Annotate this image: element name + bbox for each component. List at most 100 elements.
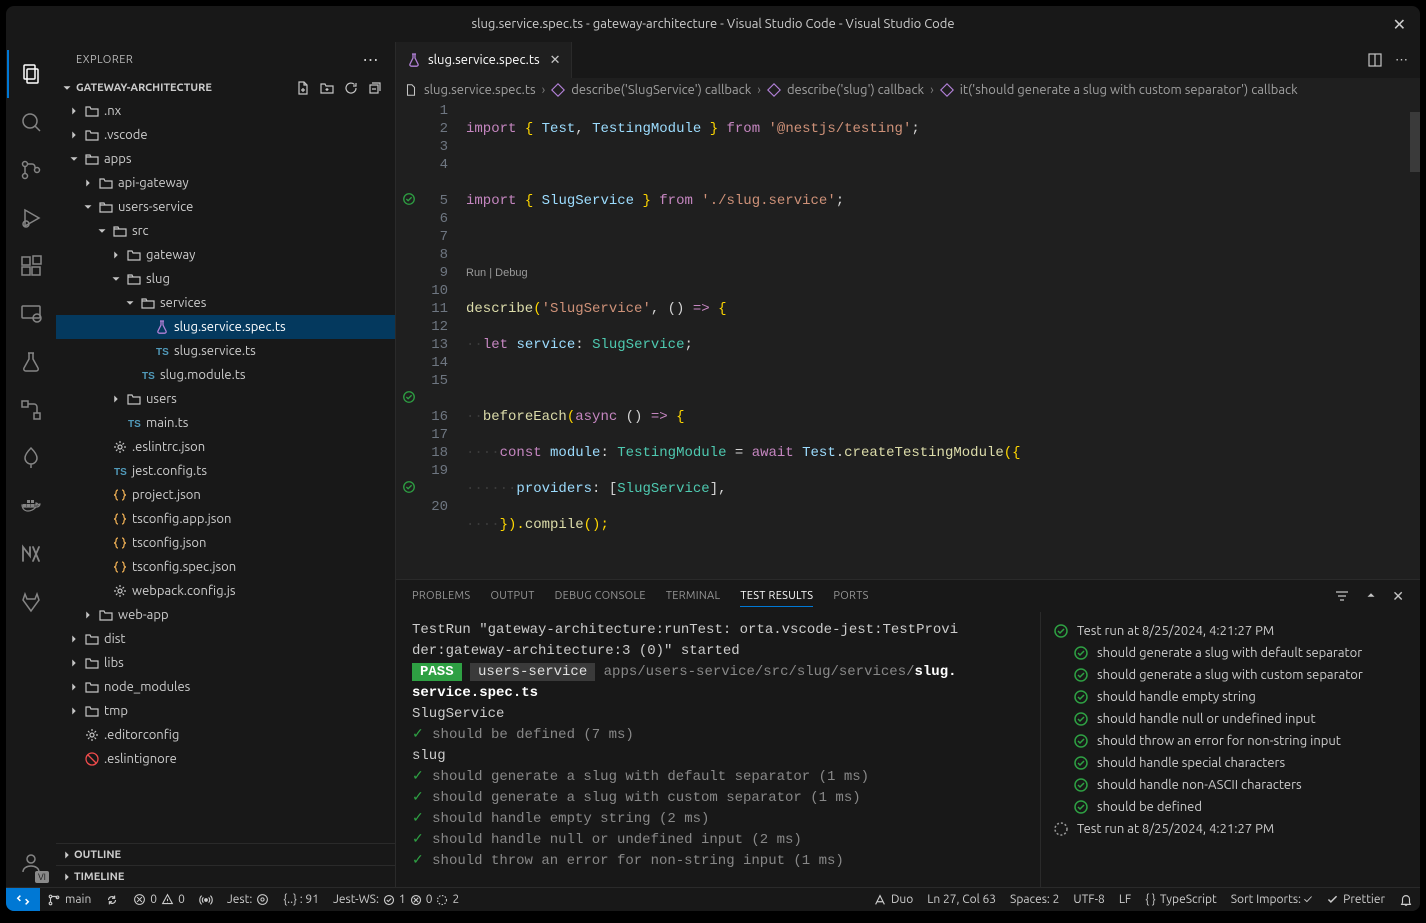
test-pass-gutter-icon[interactable] (402, 480, 416, 494)
encoding-status[interactable]: UTF-8 (1066, 888, 1111, 912)
collapse-all-icon[interactable] (367, 80, 383, 96)
test-result-row[interactable]: should handle special characters (1049, 752, 1412, 774)
duo-status[interactable]: Duo (866, 888, 920, 912)
chevron-up-icon[interactable] (1364, 588, 1378, 605)
tab-output[interactable]: OUTPUT (490, 586, 534, 606)
terminal-output[interactable]: TestRun "gateway-architecture:runTest: o… (396, 612, 1040, 887)
tree-file[interactable]: TSslug.service.ts (56, 339, 395, 363)
run-debug-icon[interactable] (7, 194, 55, 242)
indentation-status[interactable]: Spaces: 2 (1003, 888, 1066, 912)
tree-file[interactable]: tsconfig.json (56, 531, 395, 555)
test-result-row[interactable]: should handle empty string (1049, 686, 1412, 708)
refresh-icon[interactable] (343, 80, 359, 96)
testing-icon[interactable] (7, 338, 55, 386)
test-run-row[interactable]: Test run at 8/25/2024, 4:21:27 PM (1049, 620, 1412, 642)
new-folder-icon[interactable] (319, 80, 335, 96)
tree-folder[interactable]: libs (56, 651, 395, 675)
nx-icon[interactable] (7, 530, 55, 578)
sync-button[interactable] (98, 888, 126, 912)
close-tab-icon[interactable]: ✕ (550, 53, 561, 68)
outline-section[interactable]: OUTLINE (56, 843, 395, 865)
tree-folder[interactable]: dist (56, 627, 395, 651)
close-panel-icon[interactable]: ✕ (1392, 588, 1404, 605)
minimap[interactable] (1410, 102, 1420, 579)
test-pass-gutter-icon[interactable] (402, 390, 416, 404)
filter-icon[interactable] (1334, 588, 1350, 605)
close-icon[interactable]: ✕ (1393, 15, 1406, 34)
tree-folder[interactable]: users (56, 387, 395, 411)
tree-folder[interactable]: users-service (56, 195, 395, 219)
bell-icon[interactable] (1392, 888, 1420, 912)
broadcast-status[interactable] (192, 888, 220, 912)
tree-file[interactable]: slug.service.spec.ts (56, 315, 395, 339)
explorer-icon[interactable] (7, 50, 55, 98)
tree-folder[interactable]: tmp (56, 699, 395, 723)
tree-file[interactable]: project.json (56, 483, 395, 507)
tree-folder[interactable]: slug (56, 267, 395, 291)
test-pass-gutter-icon[interactable] (402, 192, 416, 206)
tree-file[interactable]: .eslintrc.json (56, 435, 395, 459)
docker-icon[interactable] (7, 482, 55, 530)
tree-file[interactable]: TSjest.config.ts (56, 459, 395, 483)
tree-icon[interactable] (7, 434, 55, 482)
tree-file[interactable]: webpack.config.js (56, 579, 395, 603)
tree-folder[interactable]: apps (56, 147, 395, 171)
tree-folder[interactable]: src (56, 219, 395, 243)
tree-folder[interactable]: node_modules (56, 675, 395, 699)
test-result-row[interactable]: should be defined (1049, 796, 1412, 818)
search-icon[interactable] (7, 98, 55, 146)
tab-slug-spec[interactable]: slug.service.spec.ts ✕ (396, 42, 572, 78)
git-branch[interactable]: main (40, 888, 98, 912)
tree-file[interactable]: .eslintignore (56, 747, 395, 771)
tab-test-results[interactable]: TEST RESULTS (740, 586, 813, 607)
tree-file[interactable]: TSmain.ts (56, 411, 395, 435)
test-run-row[interactable]: Test run at 8/25/2024, 4:21:27 PM (1049, 818, 1412, 840)
source-control-icon[interactable] (7, 146, 55, 194)
test-result-row[interactable]: should generate a slug with custom separ… (1049, 664, 1412, 686)
tree-folder[interactable]: gateway (56, 243, 395, 267)
account-icon[interactable]: VI (7, 839, 55, 887)
prettier-status[interactable]: Prettier (1319, 888, 1392, 912)
split-editor-icon[interactable] (1367, 52, 1383, 68)
tab-terminal[interactable]: TERMINAL (666, 586, 721, 606)
tree-folder[interactable]: web-app (56, 603, 395, 627)
tree-folder[interactable]: services (56, 291, 395, 315)
breadcrumb[interactable]: slug.service.spec.ts › describe('SlugSer… (396, 78, 1420, 102)
gitlab-icon[interactable] (7, 578, 55, 626)
test-result-row[interactable]: should handle non-ASCII characters (1049, 774, 1412, 796)
braces-status[interactable]: {..} : 91 (276, 888, 326, 912)
jest-status[interactable]: Jest: (220, 888, 276, 912)
tab-debug-console[interactable]: DEBUG CONSOLE (555, 586, 646, 606)
tree-file[interactable]: .editorconfig (56, 723, 395, 747)
tab-problems[interactable]: PROBLEMS (412, 586, 470, 606)
remote-explorer-icon[interactable] (7, 290, 55, 338)
tree-folder[interactable]: .vscode (56, 123, 395, 147)
more-icon[interactable]: ⋯ (363, 50, 380, 69)
extensions-icon[interactable] (7, 242, 55, 290)
problems-status[interactable]: 0 0 (126, 888, 192, 912)
more-actions-icon[interactable]: ⋯ (1395, 53, 1408, 68)
tree-file[interactable]: tsconfig.app.json (56, 507, 395, 531)
remote-button[interactable] (6, 888, 40, 912)
new-file-icon[interactable] (295, 80, 311, 96)
graph-icon[interactable] (7, 386, 55, 434)
test-result-row[interactable]: should handle null or undefined input (1049, 708, 1412, 730)
tree-file[interactable]: TSslug.module.ts (56, 363, 395, 387)
language-status[interactable]: { } TypeScript (1138, 888, 1224, 912)
timeline-section[interactable]: TIMELINE (56, 865, 395, 887)
tree-file[interactable]: tsconfig.spec.json (56, 555, 395, 579)
file-tree[interactable]: .nx.vscodeappsapi-gatewayusers-servicesr… (56, 99, 395, 843)
tree-folder[interactable]: .nx (56, 99, 395, 123)
eol-status[interactable]: LF (1112, 888, 1138, 912)
project-header[interactable]: GATEWAY-ARCHITECTURE (56, 77, 395, 99)
editor[interactable]: 1234 56789101112131415 16171819 20 impor… (396, 102, 1420, 579)
test-result-row[interactable]: should generate a slug with default sepa… (1049, 642, 1412, 664)
tab-ports[interactable]: PORTS (833, 586, 868, 606)
codelens-run-debug[interactable]: Run | Debug (466, 264, 1410, 282)
sort-imports-status[interactable]: Sort Imports: ✓ (1224, 888, 1319, 912)
test-result-row[interactable]: should throw an error for non-string inp… (1049, 730, 1412, 752)
tree-folder[interactable]: api-gateway (56, 171, 395, 195)
jest-ws-status[interactable]: Jest-WS: 1 0 2 (326, 888, 466, 912)
test-results-tree[interactable]: Test run at 8/25/2024, 4:21:27 PM should… (1040, 612, 1420, 887)
cursor-position[interactable]: Ln 27, Col 63 (920, 888, 1003, 912)
